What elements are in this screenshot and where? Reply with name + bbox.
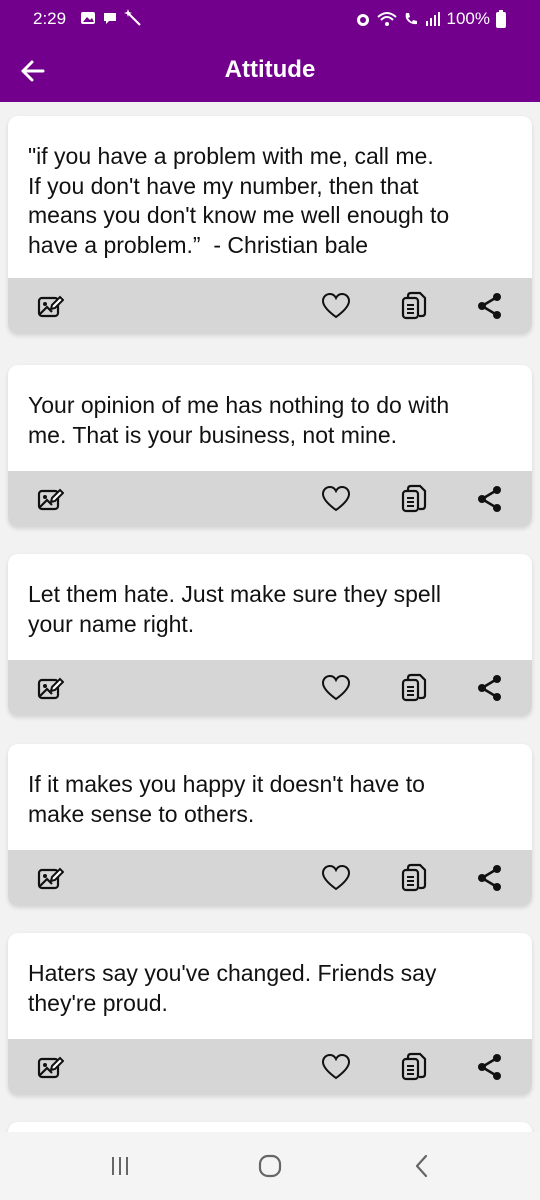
app-bar: Attitude <box>0 40 540 102</box>
edit-image-button[interactable] <box>34 1051 66 1083</box>
call-icon <box>405 13 417 25</box>
edit-image-button[interactable] <box>34 862 66 894</box>
favorite-button[interactable] <box>320 672 352 704</box>
status-time: 2:29 <box>33 9 67 28</box>
wifi-icon <box>376 12 397 26</box>
quote-actions <box>8 278 532 334</box>
copy-icon <box>401 1052 427 1081</box>
page-title: Attitude <box>224 56 316 83</box>
share-icon <box>478 1054 501 1080</box>
edit-image-button[interactable] <box>34 672 66 704</box>
quote-text: Haters say you've changed. Friends say t… <box>28 960 437 1016</box>
image-edit-icon <box>37 677 64 700</box>
share-icon <box>478 486 501 512</box>
favorite-button[interactable] <box>320 862 352 894</box>
copy-button[interactable] <box>398 672 430 704</box>
quote-text: Your opinion of me has nothing to do wit… <box>28 392 450 448</box>
quote-text: Let them hate. Just make sure they spell… <box>28 581 441 637</box>
battery-percent: 100% <box>446 9 490 28</box>
heart-icon <box>321 674 351 701</box>
quote-card: Your opinion of me has nothing to do wit… <box>8 365 532 527</box>
heart-icon <box>321 485 351 512</box>
copy-icon <box>401 291 427 320</box>
magic-wand-icon <box>124 9 141 26</box>
copy-button[interactable] <box>398 483 430 515</box>
quote-text: If it makes you happy it doesn't have to… <box>28 771 425 827</box>
home-icon <box>258 1154 282 1178</box>
chevron-left-icon <box>415 1154 428 1178</box>
system-status: 100% <box>355 9 506 29</box>
favorite-button[interactable] <box>320 483 352 515</box>
image-edit-icon <box>37 488 64 511</box>
quote-actions <box>8 850 532 906</box>
home-button[interactable] <box>250 1150 290 1182</box>
copy-button[interactable] <box>398 862 430 894</box>
quote-text: "if you have a problem with me, call me.… <box>28 143 450 258</box>
quote-actions <box>8 471 532 527</box>
recent-apps-icon <box>112 1157 128 1175</box>
image-edit-icon <box>37 1056 64 1079</box>
quote-card: "if you have a problem with me, call me.… <box>8 116 532 334</box>
share-icon <box>478 865 501 891</box>
notification-icons <box>80 9 142 27</box>
battery-icon <box>496 10 506 28</box>
gallery-icon <box>81 12 95 24</box>
copy-icon <box>401 484 427 513</box>
share-button[interactable] <box>474 862 506 894</box>
share-button[interactable] <box>474 290 506 322</box>
heart-icon <box>321 1053 351 1080</box>
recent-apps-button[interactable] <box>100 1150 140 1182</box>
edit-image-button[interactable] <box>34 483 66 515</box>
copy-button[interactable] <box>398 290 430 322</box>
copy-icon <box>401 673 427 702</box>
share-icon <box>478 293 501 319</box>
quote-actions <box>8 1039 532 1095</box>
system-nav-bar <box>0 1132 540 1200</box>
quote-card: Let them hate. Just make sure they spell… <box>8 554 532 716</box>
heart-icon <box>321 292 351 319</box>
quote-card: If it makes you happy it doesn't have to… <box>8 744 532 906</box>
image-edit-icon <box>37 867 64 890</box>
favorite-button[interactable] <box>320 1051 352 1083</box>
status-bar: 2:29 100% <box>0 0 540 40</box>
share-icon <box>478 675 501 701</box>
share-button[interactable] <box>474 483 506 515</box>
quote-card: Haters say you've changed. Friends say t… <box>8 933 532 1095</box>
signal-icon <box>425 12 440 26</box>
favorite-button[interactable] <box>320 290 352 322</box>
quote-actions <box>8 660 532 716</box>
share-button[interactable] <box>474 1051 506 1083</box>
alarm-icon <box>356 14 369 26</box>
edit-image-button[interactable] <box>34 290 66 322</box>
image-edit-icon <box>37 295 64 318</box>
heart-icon <box>321 864 351 891</box>
copy-icon <box>401 863 427 892</box>
system-back-button[interactable] <box>402 1150 442 1182</box>
copy-button[interactable] <box>398 1051 430 1083</box>
chat-icon <box>104 13 116 24</box>
share-button[interactable] <box>474 672 506 704</box>
